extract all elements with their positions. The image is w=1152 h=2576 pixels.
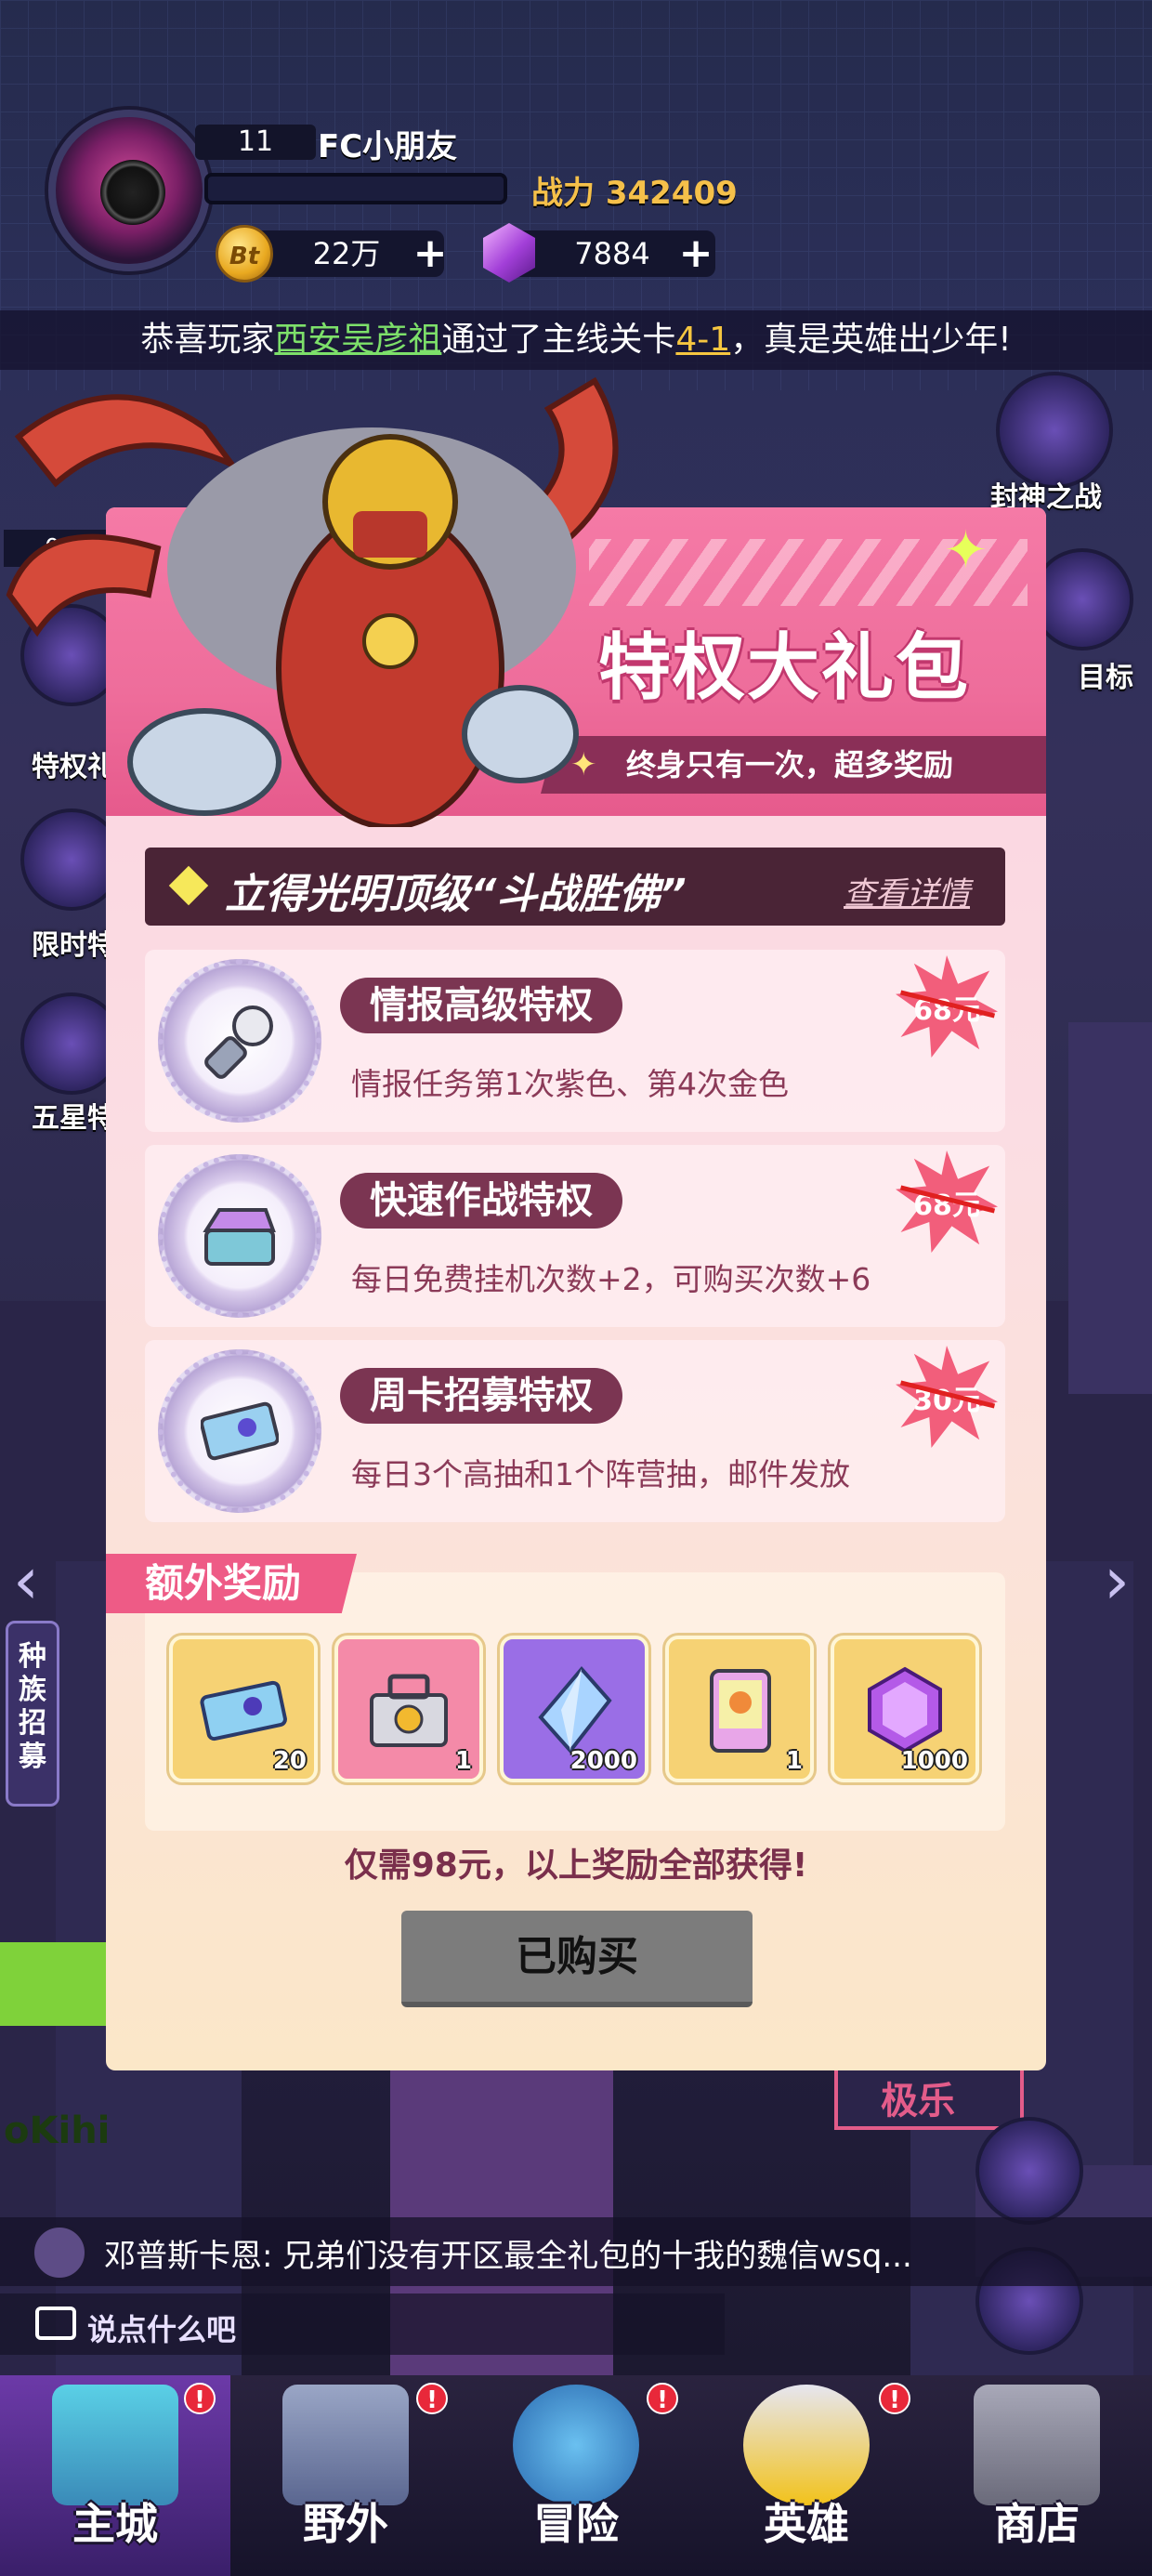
privilege-title: 快速作战特权 <box>340 1173 622 1229</box>
purple-gem-icon <box>868 1666 942 1754</box>
nav-badge: ! <box>184 2383 216 2414</box>
reward-item-herocard[interactable]: 1 <box>665 1636 814 1782</box>
bg-sign-okihi: oKihi <box>4 2109 111 2152</box>
side-race-recruit-label: 种族招募 <box>19 1640 46 1773</box>
reward-count: 2000 <box>569 1747 637 1775</box>
blue-crystal-icon <box>538 1665 612 1755</box>
broadcast-prefix: 恭喜玩家 <box>140 321 275 359</box>
side-limited-label: 限时特 <box>32 929 115 962</box>
player-level: 11 <box>195 125 316 160</box>
side-godwar-icon[interactable] <box>996 372 1113 489</box>
original-price-badge: 68元 <box>896 1150 998 1253</box>
bg-sign-jile: 极乐 <box>881 2080 955 2123</box>
reward-item-chest[interactable]: 1 <box>334 1636 483 1782</box>
reward-count: 1000 <box>900 1747 968 1775</box>
original-price-badge: 30元 <box>896 1346 998 1448</box>
broadcast-suffix: ，真是英雄出少年! <box>730 321 1012 359</box>
privilege-title: 周卡招募特权 <box>340 1368 622 1424</box>
hero-card-icon <box>710 1669 771 1753</box>
chat-bubble-icon <box>35 2307 76 2340</box>
nav-label: 野外 <box>303 2499 388 2549</box>
hero-head-icon <box>743 2385 870 2505</box>
shop-icon <box>974 2385 1100 2505</box>
nav-label: 冒险 <box>533 2499 619 2549</box>
extra-rewards-label: 额外奖励 <box>106 1554 357 1613</box>
nav-label: 主城 <box>72 2499 158 2549</box>
nav-label: 英雄 <box>764 2499 849 2549</box>
original-price-badge: 68元 <box>896 955 998 1058</box>
broadcast-stage[interactable]: 4-1 <box>675 321 730 359</box>
purchase-note: 仅需98元，以上奖励全部获得! <box>344 1847 808 1885</box>
gem-value: 7884 <box>574 236 650 271</box>
chevron-right-icon[interactable]: › <box>1104 1543 1130 1619</box>
player-name: FC小朋友 <box>318 128 458 165</box>
privilege-desc: 情报任务第1次紫色、第4次金色 <box>351 1066 789 1102</box>
privilege-badge <box>158 1349 321 1513</box>
purchased-button[interactable]: 已购买 <box>401 1911 753 2007</box>
privilege-card-recruit: 周卡招募特权 每日3个高抽和1个阵营抽，邮件发放 30元 <box>145 1340 1005 1522</box>
privilege-desc: 每日免费挂机次数+2，可购买次数+6 <box>351 1261 871 1297</box>
microphone-icon <box>204 1005 273 1079</box>
privilege-badge <box>158 1154 321 1318</box>
chat-input-bar[interactable]: 说点什么吧 <box>0 2293 725 2355</box>
nav-adventure[interactable]: ! 冒险 <box>461 2375 691 2576</box>
xp-bar <box>204 173 507 204</box>
side-fist-icon[interactable] <box>975 2117 1083 2225</box>
ticket-icon <box>201 1401 279 1461</box>
castle-icon <box>282 2385 409 2505</box>
ticket-icon <box>200 1680 287 1741</box>
nav-badge: ! <box>416 2383 448 2414</box>
system-broadcast: 恭喜玩家西安吴彦祖通过了主线关卡4-1，真是英雄出少年! <box>0 310 1152 370</box>
privilege-desc: 每日3个高抽和1个阵营抽，邮件发放 <box>351 1456 850 1492</box>
reward-item-ticket[interactable]: 20 <box>169 1636 318 1782</box>
reward-count: 1 <box>785 1747 803 1775</box>
player-avatar[interactable] <box>48 110 210 271</box>
reward-count: 20 <box>272 1747 307 1775</box>
chat-input-placeholder: 说点什么吧 <box>87 2312 237 2347</box>
combat-power: 战力 342409 <box>531 175 738 212</box>
gold-value: 22万 <box>312 236 381 271</box>
view-details-link[interactable]: 查看详情 <box>844 868 970 913</box>
reward-item-crystal[interactable]: 2000 <box>500 1636 648 1782</box>
side-goal-label: 目标 <box>1078 662 1133 694</box>
reward-item-purplegem[interactable]: 1000 <box>831 1636 979 1782</box>
hero-character-art <box>0 362 650 830</box>
broadcast-middle: 通过了主线关卡 <box>441 321 676 359</box>
world-chat-message[interactable]: 邓普斯卡恩: 兄弟们没有开区最全礼包的十我的魏信wsq... <box>0 2217 1152 2286</box>
side-race-recruit-tab[interactable]: 种族招募 <box>6 1621 59 1807</box>
nav-wild[interactable]: ! 野外 <box>230 2375 461 2576</box>
privilege-title: 情报高级特权 <box>340 978 622 1033</box>
reward-count: 1 <box>454 1747 472 1775</box>
headline-bar: 立得光明顶级“斗战胜佛” 查看详情 <box>145 848 1005 926</box>
nav-main-city[interactable]: ! 主城 <box>0 2375 230 2576</box>
chat-message-text: 邓普斯卡恩: 兄弟们没有开区最全礼包的十我的魏信wsq... <box>104 2238 912 2275</box>
city-building-icon <box>52 2385 178 2505</box>
gem-add-button[interactable]: + <box>674 232 717 275</box>
headline-text: 立得光明顶级“斗战胜佛” <box>225 871 687 918</box>
privilege-badge <box>158 959 321 1123</box>
nav-heroes[interactable]: ! 英雄 <box>691 2375 922 2576</box>
diamond-icon <box>168 865 209 906</box>
privilege-card-battle: 快速作战特权 每日免费挂机次数+2，可购买次数+6 68元 <box>145 1145 1005 1327</box>
privilege-card-intel: 情报高级特权 情报任务第1次紫色、第4次金色 68元 <box>145 950 1005 1132</box>
gold-coin-icon: Bt <box>216 225 273 283</box>
treasure-chest-icon <box>203 1208 276 1266</box>
nav-label: 商店 <box>994 2499 1080 2549</box>
popup-title: 特权大礼包 <box>598 626 971 710</box>
chat-avatar <box>32 2225 87 2280</box>
nav-badge: ! <box>647 2383 678 2414</box>
broadcast-player[interactable]: 西安吴彦祖 <box>274 321 441 359</box>
side-fivestar-label: 五星特 <box>32 1102 115 1135</box>
gold-add-button[interactable]: + <box>409 232 452 275</box>
sparkle-icon: ✦ <box>944 520 988 581</box>
popup-subtitle: 终身只有一次，超多奖励 <box>626 747 954 782</box>
gold-chest-icon <box>370 1674 448 1747</box>
monster-icon <box>513 2385 639 2505</box>
side-goal-icon[interactable] <box>1031 548 1133 651</box>
nav-shop[interactable]: 商店 <box>922 2375 1152 2576</box>
chevron-left-icon[interactable]: ‹ <box>13 1543 39 1619</box>
nav-badge: ! <box>879 2383 910 2414</box>
